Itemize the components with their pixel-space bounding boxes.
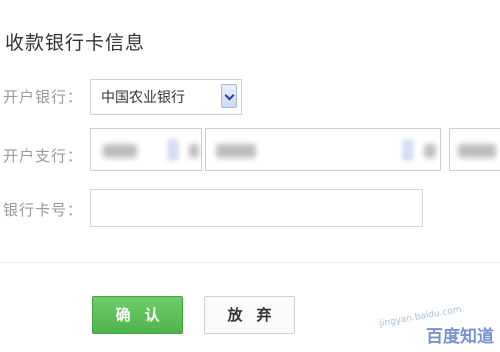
blurred-value [216,144,256,158]
branch-label: 开户支行： [3,147,84,165]
blurred-value [424,144,436,158]
card-number-input[interactable] [90,189,423,227]
province-select[interactable] [90,128,202,171]
bank-label: 开户银行： [3,88,84,106]
chevron-down-icon[interactable] [402,139,414,161]
blurred-value [458,144,496,158]
cancel-button[interactable]: 放弃 [204,296,295,334]
page-title: 收款银行卡信息 [5,32,146,54]
chevron-down-icon[interactable] [167,139,179,161]
chevron-down-icon[interactable] [221,84,237,108]
card-label: 银行卡号： [3,201,84,219]
city-select[interactable] [205,128,441,171]
divider [0,262,500,263]
blurred-value [189,144,199,158]
branch-select[interactable] [449,128,500,171]
bank-selected-value: 中国农业银行 [101,90,185,106]
blurred-value [103,144,137,158]
watermark-logo: 百度知道 [426,327,494,347]
bank-select[interactable]: 中国农业银行 [90,79,242,115]
confirm-button[interactable]: 确认 [92,296,183,334]
